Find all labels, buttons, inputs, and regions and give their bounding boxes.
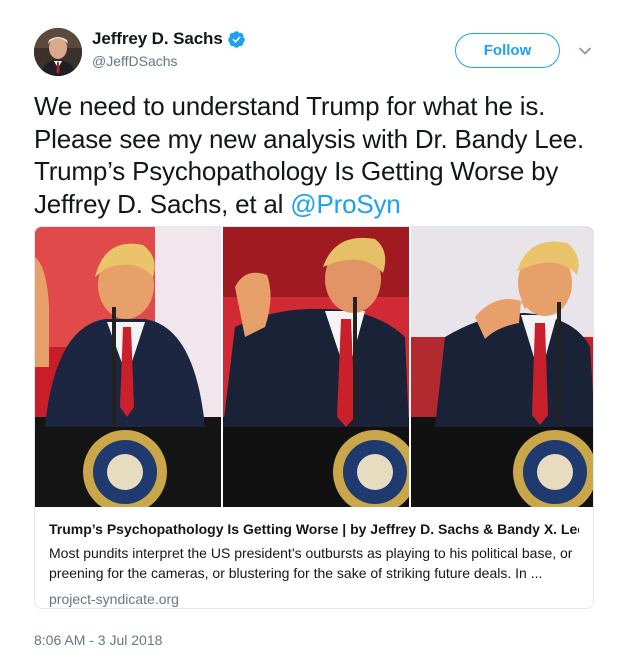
tweet-text: We need to understand Trump for what he …: [34, 90, 609, 220]
verified-badge-icon: [227, 30, 245, 48]
link-card[interactable]: Trump’s Psychopathology Is Getting Worse…: [34, 226, 594, 609]
avatar-image: [34, 28, 82, 76]
author-block: Jeffrey D. Sachs @JeffDSachs: [92, 29, 246, 69]
author-name[interactable]: Jeffrey D. Sachs: [92, 29, 223, 49]
chevron-down-icon[interactable]: [578, 44, 592, 58]
tweet-timestamp[interactable]: 8:06 AM - 3 Jul 2018: [34, 632, 162, 648]
author-handle[interactable]: @JeffDSachs: [92, 53, 246, 69]
author-name-row: Jeffrey D. Sachs: [92, 29, 246, 49]
avatar[interactable]: [34, 28, 82, 76]
card-domain: project-syndicate.org: [49, 591, 179, 607]
card-photo: [35, 227, 593, 507]
card-title[interactable]: Trump’s Psychopathology Is Getting Worse…: [49, 520, 579, 538]
card-body: Trump’s Psychopathology Is Getting Worse…: [35, 507, 593, 607]
follow-button[interactable]: Follow: [455, 33, 560, 68]
mention-link[interactable]: @ProSyn: [290, 189, 400, 219]
tweet: Jeffrey D. Sachs @JeffDSachs Follow We n…: [0, 0, 623, 657]
card-description: Most pundits interpret the US president’…: [49, 545, 573, 581]
